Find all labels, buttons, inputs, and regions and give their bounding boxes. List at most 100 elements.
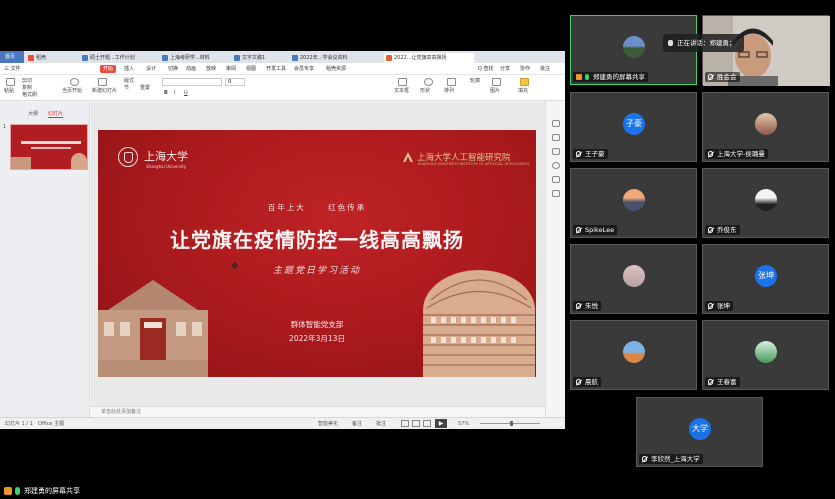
participant-tile[interactable]: 王春富 [702,320,829,390]
document-tab[interactable]: 稻壳 [26,53,76,63]
beautify-button[interactable]: 智能美化 [318,420,338,428]
notes-field[interactable]: 单击此处添加备注 [91,406,545,417]
participant-tile[interactable]: SpikeLee [570,168,697,238]
document-tab[interactable]: 硕士开题...工作计划 [80,53,156,63]
comments-toggle[interactable]: 批注 [376,420,386,428]
document-tab-icon [82,55,88,61]
menu-item[interactable]: 开始 [100,65,117,73]
document-tab[interactable]: 上海考研学...材料 [160,53,228,63]
menu-item[interactable]: 三 文件 [4,65,21,73]
cut-button[interactable]: 剪切 [22,78,32,85]
reset-button[interactable]: 重置 [140,85,150,92]
shape-button[interactable]: 形状 [420,88,430,95]
fill-button[interactable]: 填充 [518,88,528,95]
participant-tile[interactable]: 子豪 王子豪 [570,92,697,162]
sorter-view-button[interactable] [412,420,420,427]
menu-item[interactable]: 动画 [186,65,196,73]
menu-item[interactable]: 稻壳资源 [326,65,346,73]
italic-button[interactable]: I [174,90,175,97]
menu-action[interactable]: 协作 [520,65,530,73]
mouse-cursor-icon: ✥ [231,262,239,272]
font-name-select[interactable] [162,78,222,86]
microphone-muted-icon [576,151,581,157]
shape-icon[interactable] [424,78,433,86]
tool-rail-icon-6[interactable] [552,190,560,197]
participant-name: SpikeLee [585,226,615,234]
document-tab-label: 稻壳 [36,55,47,61]
section-button[interactable]: 节 [124,85,129,92]
document-tab-label: 2022...让党旗高高飘扬 [394,55,447,61]
document-tab[interactable]: 2022...让党旗高高飘扬 [384,53,474,63]
menu-item[interactable]: 开发工具 [266,65,286,73]
participant-tile[interactable]: 上海大学-侯璐曼 [702,92,829,162]
normal-view-button[interactable] [401,420,409,427]
participant-nameplate: 王春富 [705,377,740,387]
play-from-current-button[interactable]: 当页开始 [62,88,82,95]
microphone-icon[interactable] [15,487,20,495]
tool-rail-icon-3[interactable] [552,148,560,155]
font-size-select[interactable]: 0 [225,78,245,86]
participant-name: 上海大学-侯璐曼 [717,150,765,158]
textbox-button[interactable]: 文本框 [394,88,409,95]
participant-tile[interactable]: 朱悦 [570,244,697,314]
paste-icon[interactable] [6,78,15,86]
participant-tile[interactable]: 张坤 张坤 [702,244,829,314]
menu-action[interactable]: Q 查找 [478,65,494,73]
microphone-muted-icon [708,151,713,157]
fill-icon[interactable] [520,78,529,86]
speaking-indicator: 正在讲话：郑建勇； [663,34,744,52]
zoom-level[interactable]: 57% [458,420,469,428]
participant-name: 张坤 [717,302,730,310]
participant-nameplate: 胜会会 [705,72,740,82]
copy-button[interactable]: 复制 [22,85,32,92]
bold-button[interactable]: B [164,90,168,97]
slideshow-button[interactable]: ▶ [435,419,447,428]
document-tab[interactable]: 文字文稿1 [232,53,286,63]
tab-home[interactable]: 首页 [0,51,24,63]
slide[interactable]: 上海大学 Shanghai University 上海大学人工智能研究院 SHA… [98,130,536,377]
picture-button[interactable]: 图片 [490,88,500,95]
document-tab[interactable]: 2022年...学会议资料 [290,53,380,63]
new-slide-icon[interactable] [98,78,107,86]
menu-item[interactable]: 插入 [124,65,134,73]
menu-item[interactable]: 审阅 [226,65,236,73]
format-painter-button[interactable]: 格式刷 [22,92,37,99]
play-icon[interactable] [70,78,79,86]
institute-name-en: SHANGHAI UNIVERSITY INSTITUTE OF ARTIFIC… [418,162,530,166]
menu-action[interactable]: 分享 [500,65,510,73]
participant-avatar: 张坤 [755,265,777,287]
arrange-icon[interactable] [447,78,456,86]
tool-rail-icon-2[interactable] [552,134,560,141]
tool-rail-icon-5[interactable] [552,176,560,183]
help-icon[interactable] [552,162,560,169]
slide-thumbnail[interactable] [10,124,88,170]
layout-button[interactable]: 版式 [124,78,134,85]
outline-button[interactable]: 轮廓 [470,78,480,85]
picture-icon[interactable] [492,78,501,86]
participant-name: 乔俊东 [717,226,737,234]
tool-rail-icon-1[interactable] [552,120,560,127]
menu-item[interactable]: 视图 [246,65,256,73]
participant-avatar-photo [755,189,777,211]
menu-action[interactable]: 批注 [540,65,550,73]
menu-item[interactable]: 切换 [168,65,178,73]
new-slide-button[interactable]: 新建幻灯片 [92,88,117,95]
arrange-button[interactable]: 排列 [444,88,454,95]
notes-toggle[interactable]: 备注 [352,420,362,428]
participant-tile[interactable]: 大学 李欣然_上海大学 [636,397,763,467]
tab-outline[interactable]: 大纲 [28,110,38,117]
participant-tile[interactable]: 晨航 [570,320,697,390]
menu-item[interactable]: 放映 [206,65,216,73]
meeting-window: 首页 稻壳 硕士开题...工作计划 上海考研学...材料 文字文稿1 2022年...学… [0,0,835,499]
menu-item[interactable]: 设计 [146,65,156,73]
zoom-slider-thumb[interactable] [510,421,513,426]
underline-button[interactable]: U [184,90,188,97]
reading-view-button[interactable] [423,420,431,427]
tab-slides[interactable]: 幻灯片 [48,110,64,118]
participant-tile[interactable]: 乔俊东 [702,168,829,238]
menu-item[interactable]: 会员专享 [294,65,314,73]
round-building-illustration [423,270,535,377]
textbox-icon[interactable] [398,78,407,86]
theme-name: Office 主题 [38,421,65,427]
paste-button[interactable]: 粘贴 [4,88,14,95]
